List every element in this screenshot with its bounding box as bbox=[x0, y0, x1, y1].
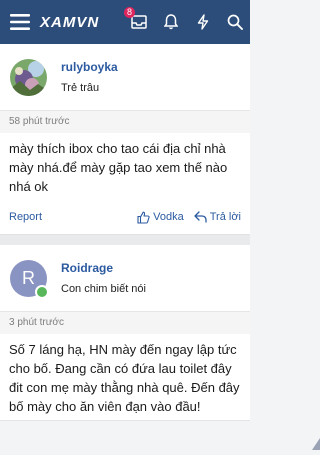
reply-label: Trả lời bbox=[210, 211, 241, 223]
site-logo[interactable]: XAMVN bbox=[40, 14, 99, 31]
lightning-icon bbox=[197, 14, 209, 30]
online-person-icon bbox=[37, 287, 47, 297]
alerts-button[interactable] bbox=[162, 13, 180, 31]
avatar-letter: R bbox=[22, 268, 35, 289]
like-label: Vodka bbox=[153, 211, 184, 223]
thumbs-up-icon bbox=[137, 211, 150, 224]
user-title: Con chim biết nói bbox=[61, 283, 146, 295]
inbox-icon bbox=[131, 15, 147, 29]
post-divider bbox=[0, 235, 250, 245]
post-timestamp[interactable]: 58 phút trước bbox=[0, 111, 250, 133]
menu-icon bbox=[10, 14, 30, 30]
whats-new-button[interactable] bbox=[194, 13, 212, 31]
avatar[interactable] bbox=[10, 59, 47, 96]
like-button[interactable]: Vodka bbox=[137, 211, 184, 224]
scroll-handle[interactable] bbox=[312, 437, 320, 449]
post: R Roidrage Con chim biết nói 3 phút trướ… bbox=[0, 245, 250, 421]
menu-button[interactable] bbox=[0, 0, 40, 44]
avatar-image-icon bbox=[10, 59, 47, 96]
reply-icon bbox=[194, 211, 207, 223]
inbox-badge: 8 bbox=[124, 7, 135, 18]
post-actions: Report Vodka Trả lời bbox=[0, 200, 250, 234]
post-author: rulyboyka Trẻ trâu bbox=[0, 44, 250, 111]
search-icon bbox=[227, 14, 243, 30]
post-timestamp[interactable]: 3 phút trước bbox=[0, 312, 250, 334]
post-body: Số 7 láng hạ, HN mày đến ngay lập tức ch… bbox=[0, 334, 250, 420]
post-body: mày thích ibox cho tao cái địa chỉ nhà m… bbox=[0, 133, 250, 200]
search-button[interactable] bbox=[226, 13, 244, 31]
top-bar: XAMVN 8 bbox=[0, 0, 250, 44]
online-indicator bbox=[35, 285, 49, 299]
avatar[interactable]: R bbox=[10, 260, 47, 297]
reply-button[interactable]: Trả lời bbox=[194, 211, 241, 223]
post: rulyboyka Trẻ trâu 58 phút trước mày thí… bbox=[0, 44, 250, 235]
bell-icon bbox=[164, 14, 178, 30]
inbox-button[interactable]: 8 bbox=[130, 13, 148, 31]
user-title: Trẻ trâu bbox=[61, 82, 118, 94]
report-link[interactable]: Report bbox=[9, 211, 42, 223]
username-link[interactable]: rulyboyka bbox=[61, 60, 118, 74]
resize-corner-icon bbox=[312, 438, 320, 450]
username-link[interactable]: Roidrage bbox=[61, 261, 146, 275]
post-author: R Roidrage Con chim biết nói bbox=[0, 245, 250, 312]
